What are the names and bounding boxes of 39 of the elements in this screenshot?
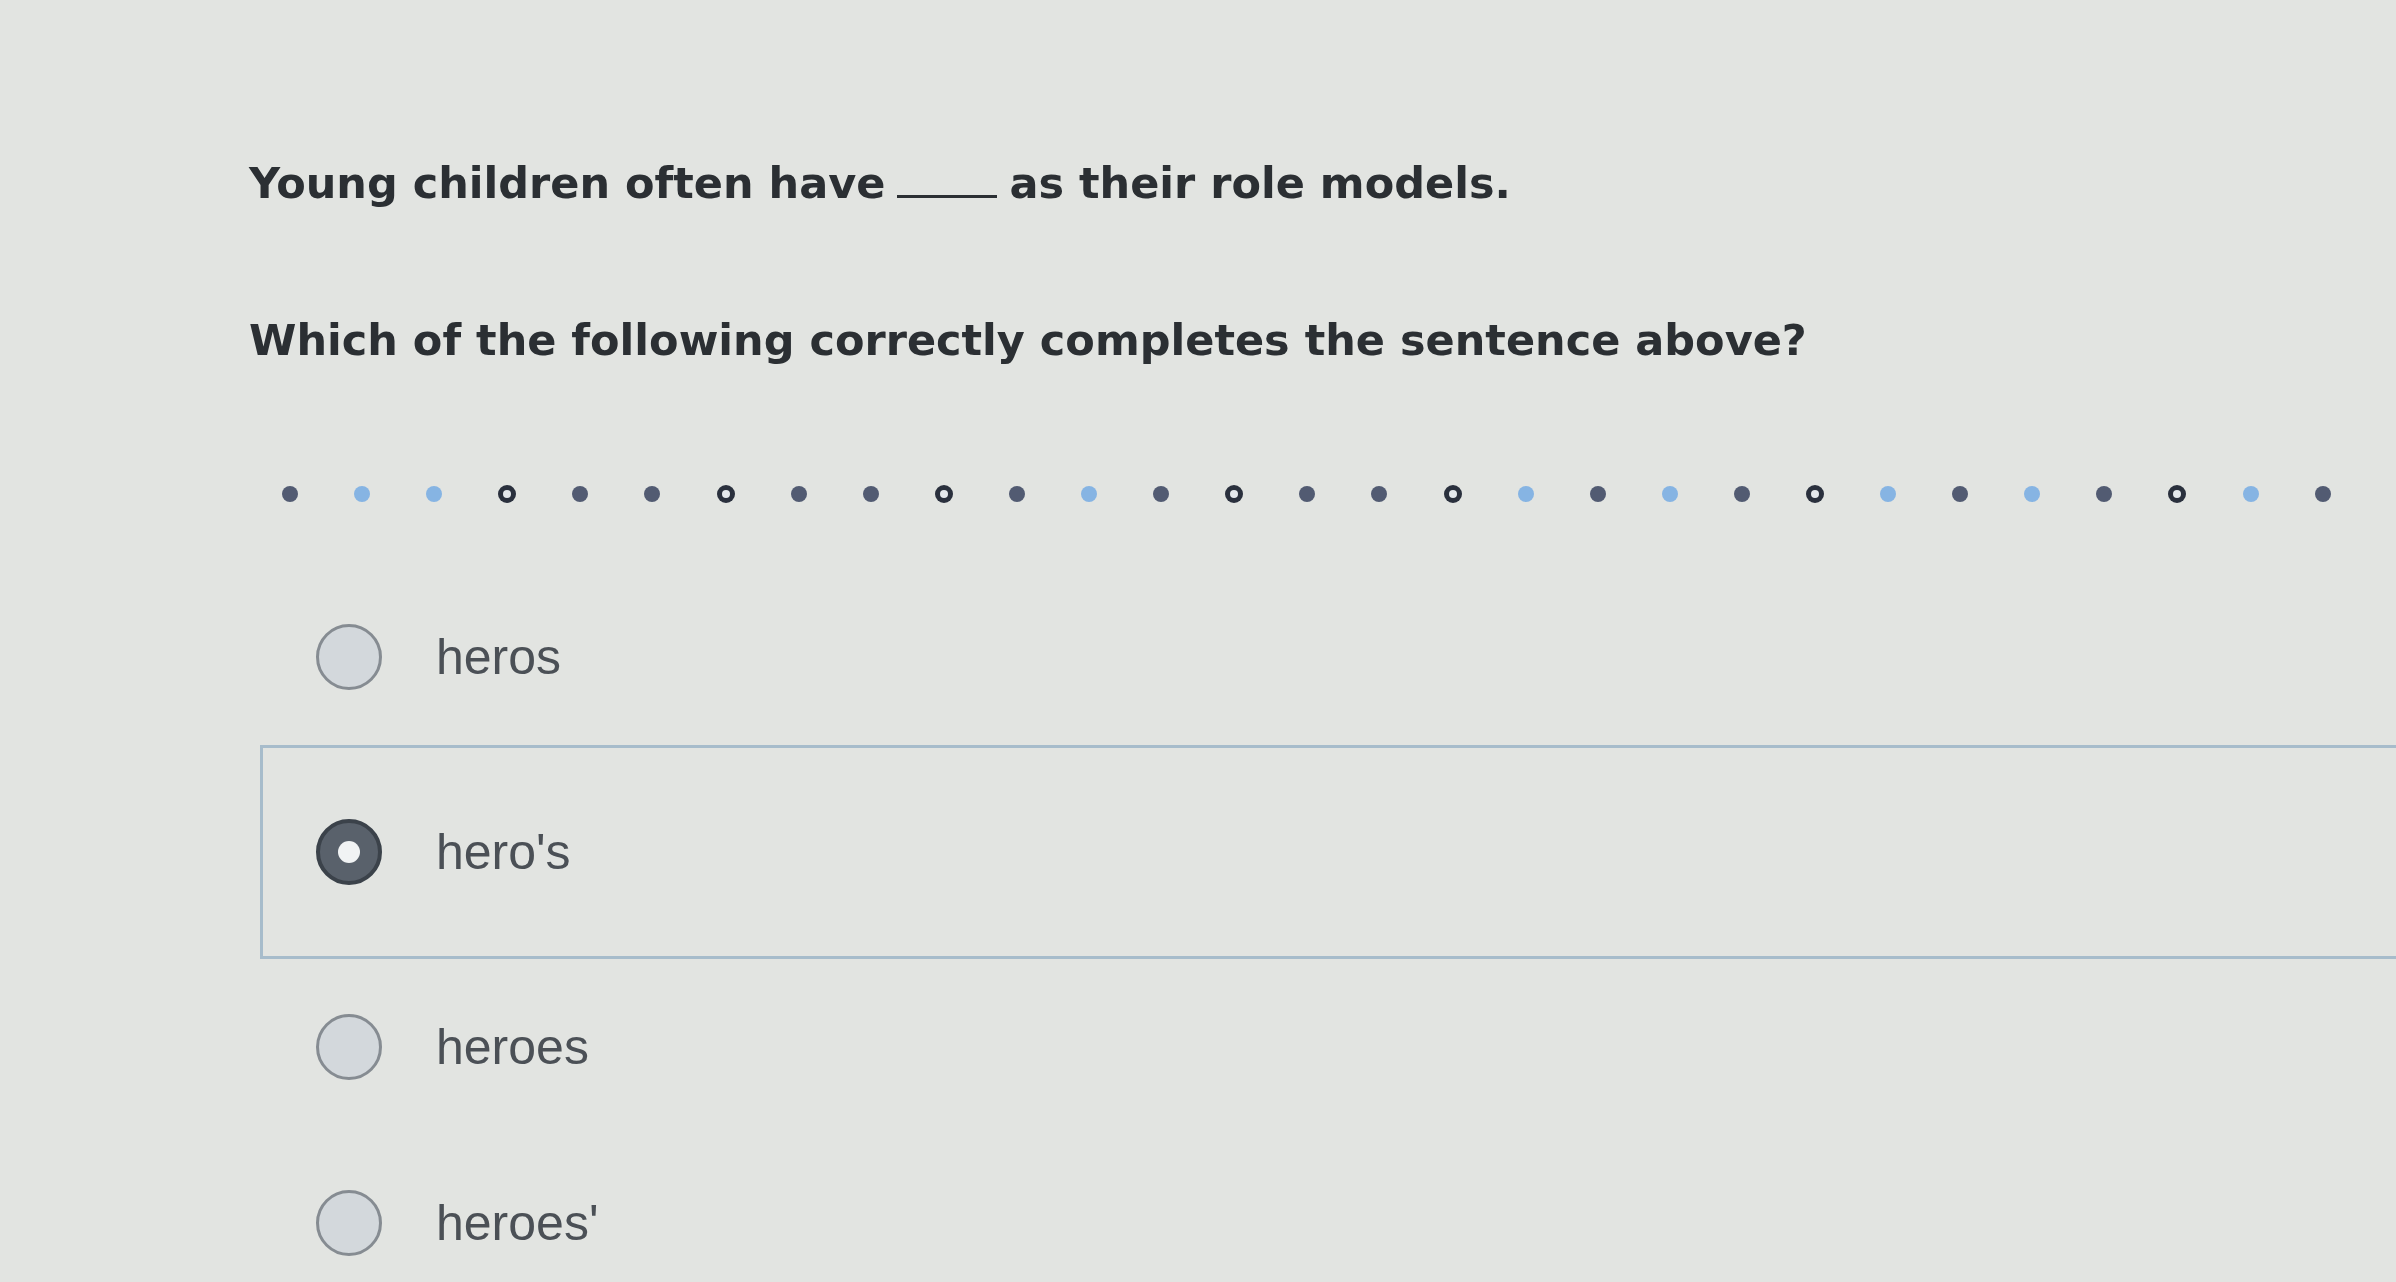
dot-icon: [1371, 486, 1388, 502]
ring-icon: [1225, 485, 1244, 503]
dot-icon: [354, 486, 371, 502]
answer-option[interactable]: heroes: [315, 1013, 589, 1081]
answer-option[interactable]: hero's: [260, 745, 2396, 959]
dot-icon: [1733, 486, 1750, 502]
dot-icon: [644, 486, 661, 502]
ring-icon: [2168, 485, 2187, 503]
dot-icon: [1153, 486, 1170, 502]
radio-button[interactable]: [315, 1189, 383, 1257]
dot-icon: [862, 486, 879, 502]
dot-icon: [2314, 486, 2331, 502]
dot-icon: [282, 486, 298, 502]
question-sentence: Young children often have as their role models.: [249, 157, 1511, 210]
dot-icon: [1952, 486, 1969, 502]
ring-icon: [1443, 485, 1462, 503]
dot-icon: [1589, 486, 1606, 502]
dot-icon: [2242, 486, 2259, 502]
ring-icon: [498, 485, 517, 503]
dot-icon: [572, 486, 589, 502]
answer-option[interactable]: heroes': [315, 1189, 599, 1257]
ring-icon: [934, 485, 953, 503]
dot-icon: [2024, 486, 2041, 502]
answer-option[interactable]: heros: [315, 623, 562, 691]
dot-icon: [1008, 486, 1025, 502]
ring-icon: [716, 485, 735, 503]
question-prompt: Which of the following correctly completes the sentence above?: [249, 314, 1807, 367]
ring-icon: [1805, 485, 1824, 503]
dot-icon: [1661, 486, 1678, 502]
dot-icon: [1880, 486, 1897, 502]
dot-icon: [1081, 486, 1098, 502]
radio-button[interactable]: [315, 818, 383, 886]
dot-icon: [790, 486, 807, 502]
radio-button[interactable]: [315, 623, 383, 691]
dot-icon: [2096, 486, 2113, 502]
dot-icon: [426, 486, 443, 502]
radio-button[interactable]: [315, 1013, 383, 1081]
dot-icon: [1517, 486, 1534, 502]
dot-icon: [1299, 486, 1316, 502]
